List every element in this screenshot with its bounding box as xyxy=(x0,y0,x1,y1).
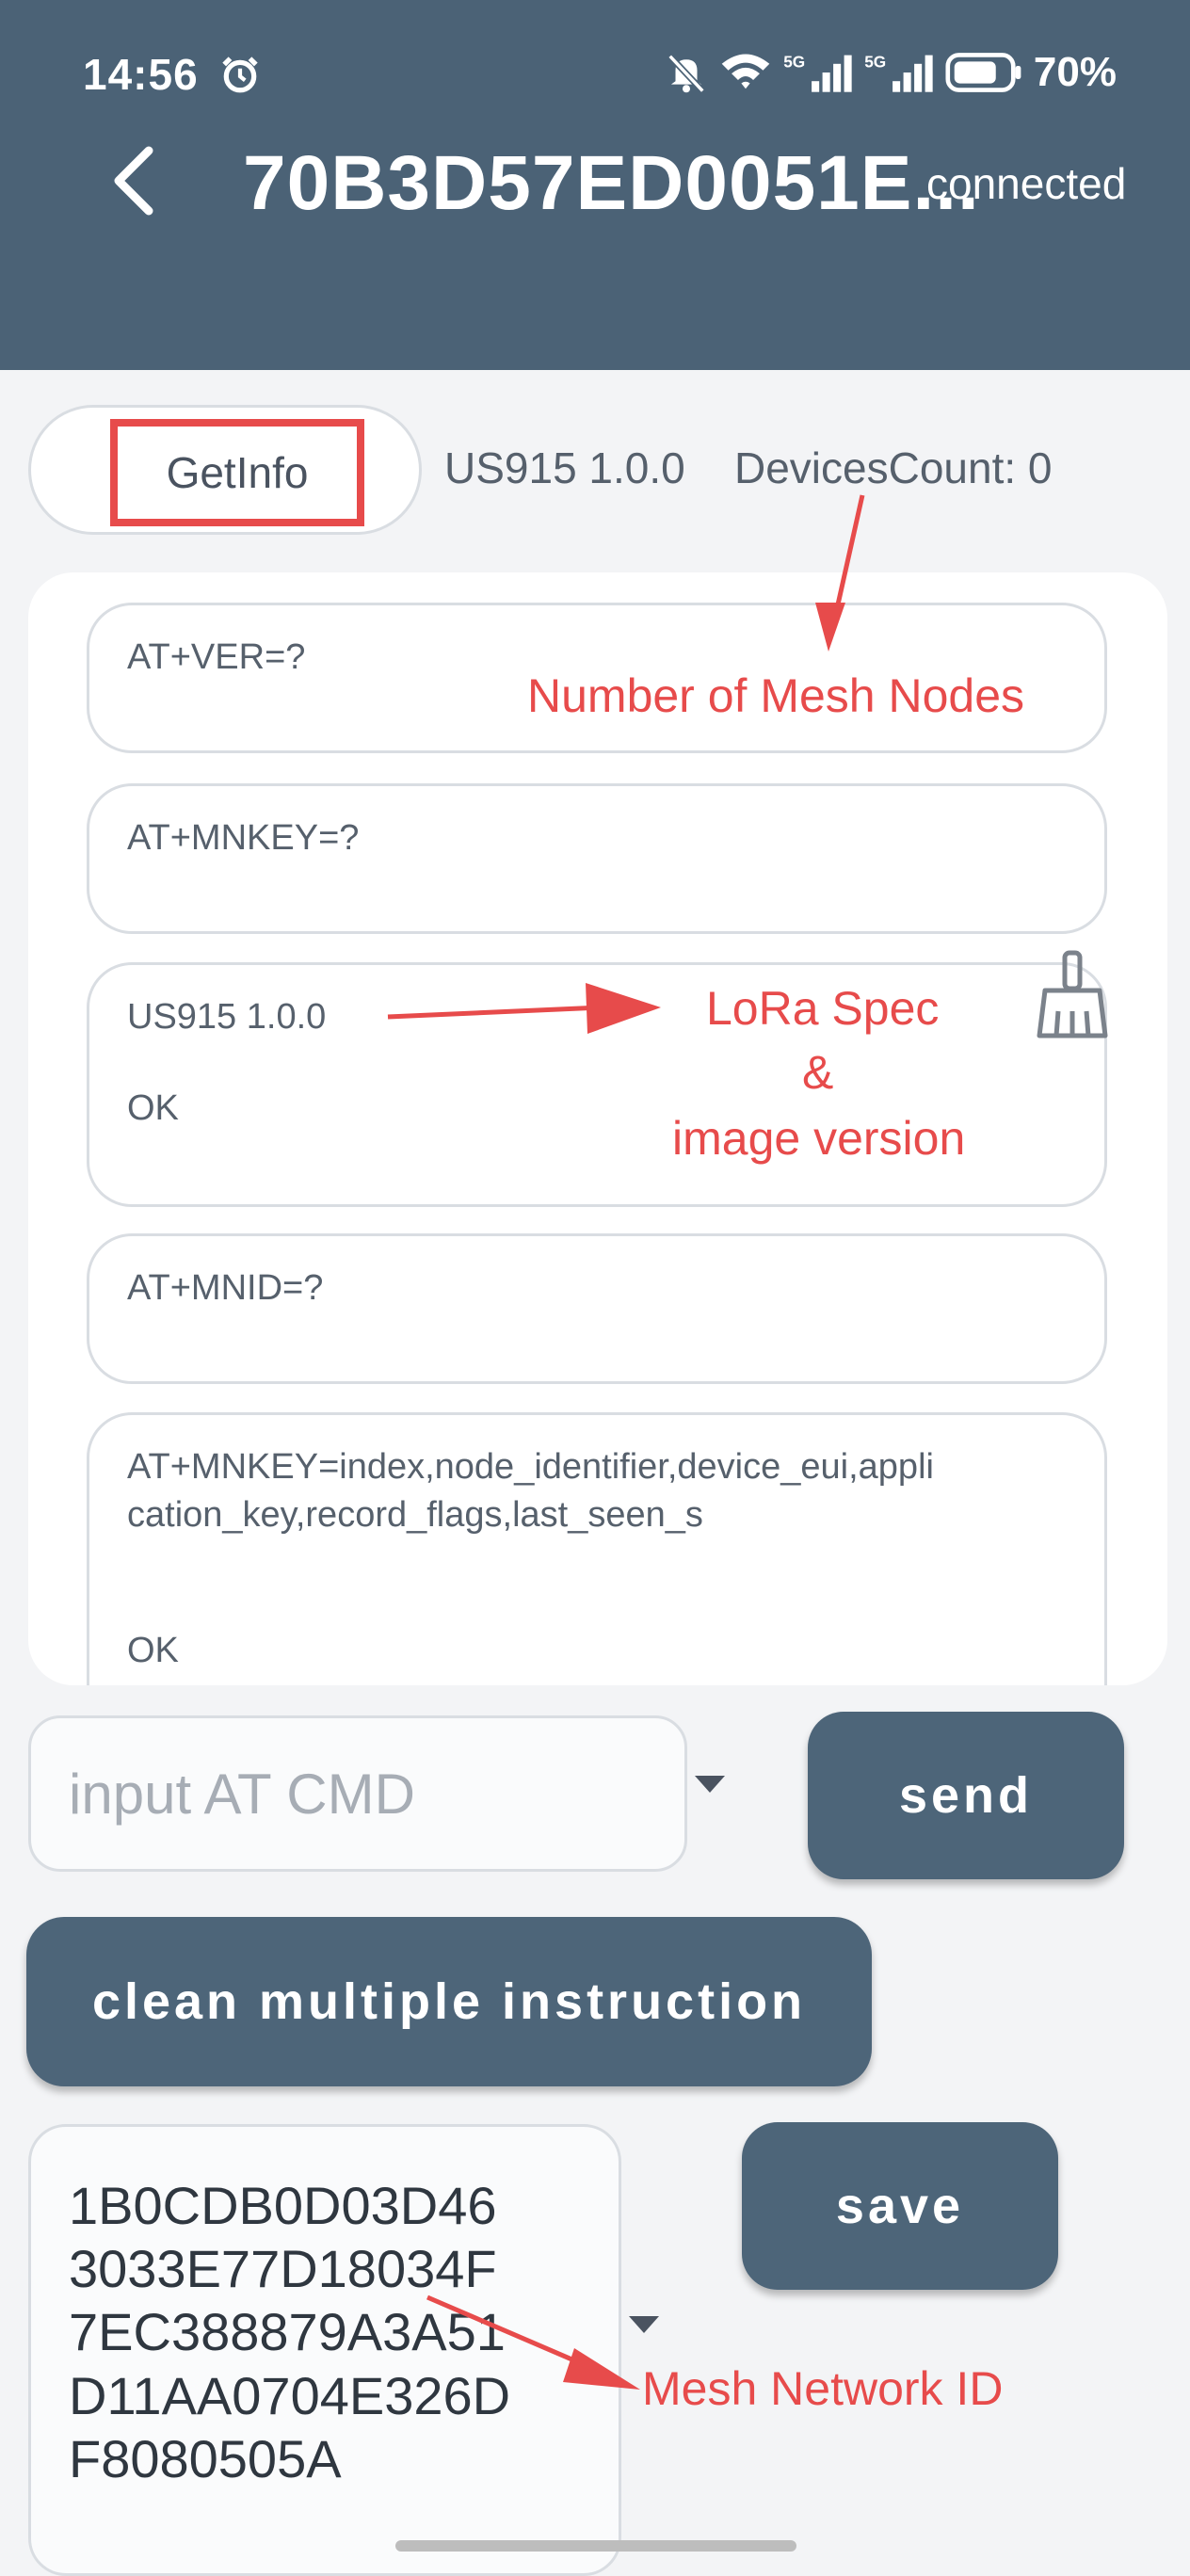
mesh-key-line: F8080505A xyxy=(69,2428,342,2488)
mesh-key-line: D11AA0704E326D xyxy=(69,2365,511,2425)
log-line: OK xyxy=(127,1630,179,1670)
response-log[interactable]: AT+VER=? AT+MNKEY=? US915 1.0.0 OK AT+MN… xyxy=(28,572,1167,1685)
alarm-icon xyxy=(222,56,258,93)
status-icons: 5G 5G 70% xyxy=(665,49,1117,96)
at-command-input[interactable] xyxy=(28,1715,687,1872)
wifi-icon xyxy=(721,54,770,89)
annotation-lora-spec: LoRa Spec xyxy=(706,982,940,1035)
signal-icon: 5G xyxy=(783,52,852,92)
log-line: AT+MNKEY=? xyxy=(127,818,360,858)
log-entry: AT+MNID=? xyxy=(87,1233,1107,1384)
annotation-image-version: image version xyxy=(672,1112,966,1165)
back-arrow-icon[interactable] xyxy=(104,143,169,218)
version-info: US915 1.0.0 xyxy=(444,443,685,492)
log-line: AT+MNID=? xyxy=(127,1268,324,1308)
status-bar: 14:56 5G 5G 70% xyxy=(0,0,1190,151)
app-header: 14:56 5G 5G 70% 70B3D57ED0051E... connec… xyxy=(0,0,1190,370)
mesh-key-line: 7EC388879A3A51 xyxy=(69,2302,506,2362)
log-line: cation_key,record_flags,last_seen_s xyxy=(127,1495,703,1536)
battery-icon xyxy=(945,53,1021,92)
log-entry: US915 1.0.0 OK xyxy=(87,962,1107,1207)
getinfo-container: GetInfo xyxy=(28,405,422,535)
getinfo-button[interactable]: GetInfo xyxy=(110,419,364,526)
mesh-key-line: 1B0CDB0D03D46 xyxy=(69,2176,497,2235)
chevron-down-icon[interactable] xyxy=(695,1776,725,1793)
mesh-key-select[interactable]: 1B0CDB0D03D46 3033E77D18034F 7EC388879A3… xyxy=(28,2124,621,2576)
log-line: AT+MNKEY=index,node_identifier,device_eu… xyxy=(127,1447,934,1487)
home-indicator[interactable] xyxy=(395,2540,796,2552)
log-entry: AT+MNKEY=index,node_identifier,device_eu… xyxy=(87,1412,1107,1685)
devices-count: DevicesCount: 0 xyxy=(734,443,1053,492)
mesh-key-line: 3033E77D18034F xyxy=(69,2239,497,2299)
annotation-ampersand: & xyxy=(802,1046,834,1099)
annotation-mesh-network-id: Mesh Network ID xyxy=(642,2362,1004,2415)
connection-status: connected xyxy=(926,159,1127,208)
log-entry: AT+MNKEY=? xyxy=(87,783,1107,934)
send-button[interactable]: send xyxy=(808,1712,1124,1879)
battery-level: 70% xyxy=(1033,49,1117,95)
signal-icon-2: 5G xyxy=(864,52,933,92)
clean-instructions-button[interactable]: clean multiple instruction xyxy=(26,1917,872,2086)
save-button[interactable]: save xyxy=(742,2122,1058,2290)
annotation-mesh-nodes: Number of Mesh Nodes xyxy=(527,669,1025,722)
mute-icon xyxy=(667,54,705,93)
broom-icon[interactable] xyxy=(1032,949,1113,1039)
svg-text:5G: 5G xyxy=(864,52,886,71)
chevron-down-icon-2[interactable] xyxy=(629,2316,659,2333)
svg-text:5G: 5G xyxy=(783,52,805,71)
status-time: 14:56 xyxy=(83,50,199,99)
page-title: 70B3D57ED0051E... xyxy=(243,140,980,226)
